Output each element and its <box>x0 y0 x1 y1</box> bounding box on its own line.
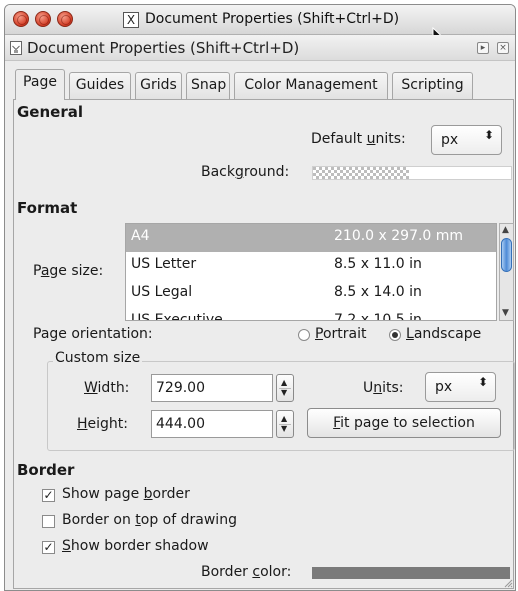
default-units-label: Default units: <box>311 131 406 147</box>
units-select[interactable]: px ⬍ <box>425 372 496 402</box>
tab-snap[interactable]: Snap <box>186 72 230 99</box>
tab-page[interactable]: Page <box>15 69 65 100</box>
page-orientation-label: Page orientation: <box>33 326 153 342</box>
height-input[interactable]: 444.00 <box>151 410 273 438</box>
dock-iconify-button[interactable]: ▸ <box>477 42 489 54</box>
height-stepper[interactable]: ▲ ▼ <box>276 410 294 438</box>
title-bar: X Document Properties (Shift+Ctrl+D) <box>5 5 515 45</box>
landscape-radio[interactable] <box>389 329 401 341</box>
tab-color-management[interactable]: Color Management <box>234 72 388 99</box>
tab-guides[interactable]: Guides <box>69 72 131 99</box>
updown-arrows-icon: ⬍ <box>477 375 488 389</box>
page-size-dimensions: 8.5 x 11.0 in <box>334 256 422 272</box>
spin-down-icon[interactable]: ▼ <box>281 425 287 433</box>
page-size-dimensions: 210.0 x 297.0 mm <box>334 228 464 244</box>
updown-arrows-icon: ⬍ <box>483 128 494 142</box>
page-size-name: A4 <box>131 228 150 244</box>
background-label: Background: <box>201 164 290 180</box>
page-size-dimensions: 8.5 x 14.0 in <box>334 284 422 300</box>
page-size-name: US Legal <box>131 284 193 300</box>
document-properties-window: X Document Properties (Shift+Ctrl+D) Doc… <box>4 4 516 591</box>
border-on-top-checkbox[interactable] <box>42 515 55 528</box>
custom-size-label: Custom size <box>53 350 143 366</box>
page-size-row-a4[interactable]: A4 210.0 x 297.0 mm <box>126 224 496 252</box>
page-size-scrollbar[interactable]: ▲ ▼ <box>499 223 514 321</box>
show-page-border-checkbox[interactable]: ✓ <box>42 489 55 502</box>
width-value: 729.00 <box>156 380 205 396</box>
border-heading: Border <box>17 461 75 479</box>
default-units-value: px <box>441 132 459 148</box>
app-icon: X <box>123 12 139 28</box>
background-color-button[interactable] <box>312 166 512 180</box>
height-label: Height: <box>77 416 128 432</box>
checkerboard-swatch <box>313 167 409 179</box>
maximize-window-button[interactable] <box>57 11 73 27</box>
portrait-radio[interactable] <box>298 329 310 341</box>
width-label: Width: <box>84 380 130 396</box>
scroll-up-arrow-icon[interactable]: ▲ <box>502 225 509 235</box>
resize-grip-icon[interactable] <box>503 578 513 588</box>
show-border-shadow-checkbox[interactable]: ✓ <box>42 541 55 554</box>
dock-title: Document Properties (Shift+Ctrl+D) <box>27 39 300 57</box>
page-size-row-us-letter[interactable]: US Letter 8.5 x 11.0 in <box>126 252 496 280</box>
page-size-list[interactable]: A4 210.0 x 297.0 mm US Letter 8.5 x 11.0… <box>125 223 497 321</box>
show-page-border-label[interactable]: Show page border <box>62 486 190 502</box>
fit-page-to-selection-button[interactable]: Fit page to selection <box>307 408 501 438</box>
page-size-name: US Executive <box>131 312 223 321</box>
border-color-label: Border color: <box>201 564 292 580</box>
scrollbar-thumb[interactable] <box>501 238 512 272</box>
scroll-down-arrow-icon[interactable]: ▼ <box>502 308 509 318</box>
spin-up-icon[interactable]: ▲ <box>281 415 287 423</box>
width-stepper[interactable]: ▲ ▼ <box>276 374 294 402</box>
show-border-shadow-label[interactable]: Show border shadow <box>62 538 209 554</box>
border-on-top-label[interactable]: Border on top of drawing <box>62 512 237 528</box>
minimize-window-button[interactable] <box>35 11 51 27</box>
page-size-name: US Letter <box>131 256 197 272</box>
units-label: Units: <box>363 380 404 396</box>
border-color-button[interactable] <box>312 567 510 579</box>
general-heading: General <box>17 103 83 121</box>
spin-down-icon[interactable]: ▼ <box>281 389 287 397</box>
dock-header: Document Properties (Shift+Ctrl+D) ▸ × <box>5 35 515 61</box>
tab-grids[interactable]: Grids <box>135 72 182 99</box>
page-size-row-us-legal[interactable]: US Legal 8.5 x 14.0 in <box>126 280 496 308</box>
landscape-label[interactable]: Landscape <box>406 326 481 342</box>
height-value: 444.00 <box>156 416 205 432</box>
window-title: Document Properties (Shift+Ctrl+D) <box>145 11 400 27</box>
close-window-button[interactable] <box>13 11 29 27</box>
tab-scripting[interactable]: Scripting <box>392 72 473 99</box>
format-heading: Format <box>17 199 78 217</box>
page-size-dimensions: 7.2 x 10.5 in <box>334 312 422 321</box>
page-size-label: Page size: <box>33 263 104 279</box>
spin-up-icon[interactable]: ▲ <box>281 379 287 387</box>
page-size-row-us-executive[interactable]: US Executive 7.2 x 10.5 in <box>126 308 496 321</box>
dock-close-button[interactable]: × <box>497 42 509 54</box>
units-value: px <box>435 379 453 395</box>
document-properties-icon <box>10 41 22 55</box>
default-units-select[interactable]: px ⬍ <box>431 125 502 155</box>
width-input[interactable]: 729.00 <box>151 374 273 402</box>
portrait-label[interactable]: Portrait <box>315 326 366 342</box>
